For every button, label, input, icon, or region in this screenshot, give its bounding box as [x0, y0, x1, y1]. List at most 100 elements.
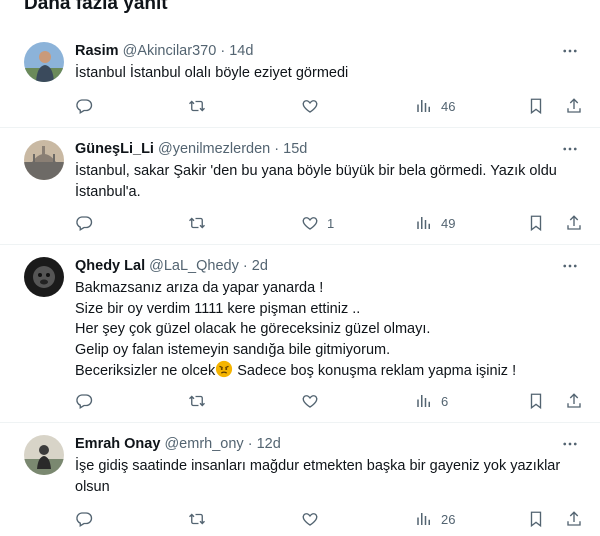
bookmark-button[interactable]: [527, 391, 545, 411]
heart-icon: [302, 217, 318, 230]
view-count: 6: [441, 393, 449, 409]
retweet-icon: [189, 100, 205, 112]
timestamp[interactable]: 15d: [283, 141, 307, 157]
heart-icon: [302, 100, 318, 113]
display-name[interactable]: GüneşLi_Li: [75, 141, 154, 157]
timestamp[interactable]: 14d: [229, 43, 253, 59]
views-button[interactable]: 26: [415, 509, 455, 529]
tweet-text-line: Her şey çok güzel olacak he göreceksiniz…: [75, 321, 431, 337]
tweet-text-line: İşe gidiş saatinde insanları mağdur etme…: [75, 458, 561, 474]
like-button[interactable]: [301, 391, 327, 411]
bookmark-button[interactable]: [527, 509, 545, 529]
share-button[interactable]: [565, 96, 583, 116]
views-icon: [417, 100, 430, 112]
retweet-icon: [189, 513, 205, 525]
reply-icon: [76, 512, 93, 527]
tweet-text: İşe gidiş saatinde insanları mağdur etme…: [75, 456, 585, 497]
share-icon: [567, 98, 581, 113]
display-name[interactable]: Qhedy Lal: [75, 258, 145, 274]
share-icon: [567, 511, 581, 526]
bookmark-icon: [530, 393, 542, 410]
user-handle[interactable]: @yenilmezlerden: [158, 141, 270, 157]
user-handle[interactable]: @emrh_ony: [164, 436, 243, 452]
tweet-text-line: olsun: [75, 478, 110, 495]
reply-tweet[interactable]: Emrah Onay @emrh_ony · 12d İşe gidiş saa…: [0, 423, 600, 536]
like-button[interactable]: 1: [301, 213, 334, 233]
retweet-button[interactable]: [188, 96, 206, 116]
reply-tweet[interactable]: GüneşLi_Li @yenilmezlerden · 15d İstanbu…: [0, 128, 600, 245]
retweet-icon: [189, 217, 205, 229]
reply-button[interactable]: [75, 96, 93, 116]
tweet-text: İstanbul, sakar Şakir 'den bu yana böyle…: [75, 161, 585, 202]
angry-face-emoji: [215, 360, 233, 378]
more-icon[interactable]: [560, 434, 580, 454]
tweet-text-line: İstanbul İstanbul olalı böyle eziyet gör…: [75, 65, 349, 81]
bookmark-icon: [530, 98, 542, 115]
separator-dot: ·: [274, 141, 280, 157]
more-icon[interactable]: [560, 139, 580, 159]
heart-icon: [302, 513, 318, 526]
reply-tweet[interactable]: Qhedy Lal @LaL_Qhedy · 2d Bakmazsanız ar…: [0, 245, 600, 423]
user-handle[interactable]: @Akincilar370: [123, 43, 217, 59]
retweet-button[interactable]: [188, 509, 206, 529]
reply-icon: [76, 99, 93, 114]
reply-button[interactable]: [75, 213, 93, 233]
reply-button[interactable]: [75, 509, 93, 529]
tweet-text-line: Beceriksizler ne olcek Sadece boş konuşm…: [75, 360, 585, 382]
avatar[interactable]: [24, 435, 64, 475]
reply-icon: [76, 394, 93, 409]
retweet-button[interactable]: [188, 213, 206, 233]
display-name[interactable]: Emrah Onay: [75, 436, 160, 452]
tweet-text-line: Size bir oy verdim 1111 kere pişman etti…: [75, 300, 361, 317]
tweet-actions: 6: [75, 391, 590, 411]
tweet-header: Rasim @Akincilar370 · 14d: [75, 41, 253, 61]
retweet-button[interactable]: [188, 391, 206, 411]
tweet-text: İstanbul İstanbul olalı böyle eziyet gör…: [75, 63, 585, 84]
bookmark-button[interactable]: [527, 213, 545, 233]
display-name[interactable]: Rasim: [75, 43, 119, 59]
view-count: 46: [441, 98, 456, 114]
like-count: 1: [327, 215, 335, 231]
bookmark-button[interactable]: [527, 96, 545, 116]
like-button[interactable]: [301, 96, 327, 116]
view-count: 26: [441, 511, 456, 527]
separator-dot: ·: [242, 258, 248, 274]
views-button[interactable]: 46: [415, 96, 455, 116]
share-button[interactable]: [565, 509, 583, 529]
share-button[interactable]: [565, 213, 583, 233]
separator-dot: ·: [247, 436, 253, 452]
tweet-header: GüneşLi_Li @yenilmezlerden · 15d: [75, 139, 307, 159]
reply-icon: [76, 216, 93, 231]
bookmark-icon: [530, 215, 542, 232]
tweet-actions: 1 49: [75, 213, 590, 233]
like-button[interactable]: [301, 509, 327, 529]
reply-tweet[interactable]: Rasim @Akincilar370 · 14d İstanbul İstan…: [0, 30, 600, 128]
timestamp[interactable]: 2d: [252, 258, 268, 274]
section-title: Daha fazla yanıt: [24, 0, 168, 14]
more-icon[interactable]: [560, 256, 580, 276]
views-icon: [417, 513, 430, 525]
tweet-text-line: Gelip oy falan istemeyin sandığa bile gi…: [75, 341, 391, 358]
avatar[interactable]: [24, 42, 64, 82]
tweet-header: Qhedy Lal @LaL_Qhedy · 2d: [75, 256, 268, 276]
tweet-actions: 46: [75, 96, 590, 116]
tweet-text-part: Beceriksizler ne olcek: [75, 363, 216, 379]
tweet-header: Emrah Onay @emrh_ony · 12d: [75, 434, 281, 454]
bookmark-icon: [530, 511, 542, 528]
user-handle[interactable]: @LaL_Qhedy: [149, 258, 239, 274]
tweet-text-line: İstanbul'a.: [75, 183, 141, 200]
retweet-icon: [189, 395, 205, 407]
avatar[interactable]: [24, 140, 64, 180]
views-button[interactable]: 49: [415, 213, 455, 233]
tweet-text-line: Bakmazsanız arıza da yapar yanarda !: [75, 280, 324, 296]
tweet-text-line: İstanbul, sakar Şakir 'den bu yana böyle…: [75, 163, 557, 179]
avatar[interactable]: [24, 257, 64, 297]
views-icon: [417, 217, 430, 229]
share-button[interactable]: [565, 391, 583, 411]
reply-button[interactable]: [75, 391, 93, 411]
timestamp[interactable]: 12d: [257, 436, 281, 452]
views-button[interactable]: 6: [415, 391, 448, 411]
share-icon: [567, 393, 581, 408]
views-icon: [417, 395, 430, 407]
more-icon[interactable]: [560, 41, 580, 61]
